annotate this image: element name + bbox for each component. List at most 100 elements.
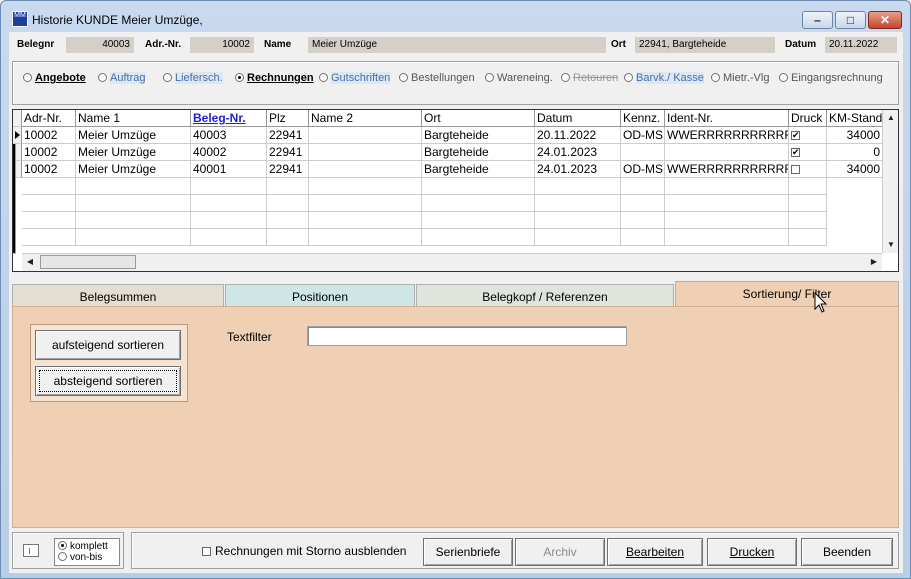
- cell-datum[interactable]: 24.01.2023: [535, 144, 621, 161]
- tab-sortierung-filter[interactable]: Sortierung/ Filter: [675, 281, 899, 308]
- cell-plz[interactable]: 22941: [267, 161, 309, 178]
- datum-label: Datum: [785, 39, 817, 50]
- ort-value: 22941, Bargteheide: [635, 37, 775, 53]
- col-header-kennz[interactable]: Kennz.: [621, 110, 665, 127]
- empty-cell: [422, 195, 535, 212]
- radio-von-bis[interactable]: von-bis: [58, 552, 102, 563]
- scroll-thumb[interactable]: [40, 255, 136, 269]
- cell-name2[interactable]: [309, 144, 422, 161]
- col-header-name1[interactable]: Name 1: [76, 110, 191, 127]
- cell-adrnr[interactable]: 10002: [22, 144, 76, 161]
- cell-ort[interactable]: Bargteheide: [422, 127, 535, 144]
- cell-name1[interactable]: Meier Umzüge: [76, 127, 191, 144]
- cell-name2[interactable]: [309, 161, 422, 178]
- radio-dot: [779, 73, 788, 82]
- cell-adrnr[interactable]: 10002: [22, 161, 76, 178]
- col-header-name2[interactable]: Name 2: [309, 110, 422, 127]
- empty-cell: [22, 229, 76, 246]
- radio-lieferschein[interactable]: Liefersch.: [163, 72, 223, 84]
- textfilter-input[interactable]: [307, 326, 627, 346]
- vertical-scrollbar[interactable]: ▲ ▼: [882, 110, 898, 253]
- radio-komplett[interactable]: komplett: [58, 541, 108, 552]
- cell-plz[interactable]: 22941: [267, 127, 309, 144]
- col-header-belegnr[interactable]: Beleg-Nr.: [191, 110, 267, 127]
- cell-kmstand[interactable]: 0: [827, 144, 884, 161]
- druck-checkbox[interactable]: [791, 129, 800, 141]
- cell-kmstand[interactable]: 34000: [827, 161, 884, 178]
- drucken-button[interactable]: Drucken: [707, 538, 797, 566]
- druck-checkbox[interactable]: [791, 165, 800, 174]
- cell-datum[interactable]: 24.01.2023: [535, 161, 621, 178]
- ort-label: Ort: [611, 39, 626, 50]
- cell-belegnr[interactable]: 40003: [191, 127, 267, 144]
- empty-cell: [22, 195, 76, 212]
- radio-retouren[interactable]: Retouren: [561, 72, 618, 84]
- cell-ort[interactable]: Bargteheide: [422, 144, 535, 161]
- cell-ort[interactable]: Bargteheide: [422, 161, 535, 178]
- col-header-adrnr[interactable]: Adr-Nr.: [22, 110, 76, 127]
- radio-dot: [98, 73, 107, 82]
- calendar-icon[interactable]: [23, 544, 39, 557]
- cell-name1[interactable]: Meier Umzüge: [76, 144, 191, 161]
- datum-value: 20.11.2022: [825, 37, 897, 53]
- cell-druck[interactable]: [789, 144, 827, 161]
- cell-druck[interactable]: [789, 127, 827, 144]
- scroll-left-icon[interactable]: ◀: [22, 254, 38, 270]
- col-header-kmstand[interactable]: KM-Stand: [827, 110, 884, 127]
- cell-plz[interactable]: 22941: [267, 144, 309, 161]
- empty-cell: [267, 195, 309, 212]
- minimize-button[interactable]: –: [802, 11, 833, 29]
- horizontal-scrollbar[interactable]: ◀ ▶: [22, 253, 882, 271]
- radio-mietvertrag[interactable]: Mietr.-Vlg: [711, 72, 769, 84]
- sort-descending-button[interactable]: absteigend sortieren: [35, 366, 181, 396]
- radio-gutschriften[interactable]: Gutschriften: [319, 72, 391, 84]
- tab-belegkopf[interactable]: Belegkopf / Referenzen: [416, 284, 674, 308]
- sort-ascending-button[interactable]: aufsteigend sortieren: [35, 330, 181, 360]
- radio-barverkauf[interactable]: Barvk./ Kasse: [624, 72, 704, 84]
- results-grid[interactable]: Adr-Nr. Name 1 Beleg-Nr. Plz Name 2 Ort …: [12, 109, 899, 272]
- serienbriefe-button[interactable]: Serienbriefe: [423, 538, 513, 566]
- close-button[interactable]: ✕: [868, 11, 902, 29]
- beenden-button[interactable]: Beenden: [801, 538, 893, 566]
- cell-identnr[interactable]: WWERRRRRRRRRRRR: [665, 161, 789, 178]
- cell-belegnr[interactable]: 40001: [191, 161, 267, 178]
- col-header-identnr[interactable]: Ident-Nr.: [665, 110, 789, 127]
- storno-checkbox[interactable]: Rechnungen mit Storno ausblenden: [202, 544, 406, 558]
- storno-checkbox-box[interactable]: [202, 547, 211, 556]
- tab-belegsummen[interactable]: Belegsummen: [12, 284, 224, 308]
- bearbeiten-button[interactable]: Bearbeiten: [607, 538, 703, 566]
- cell-identnr[interactable]: [665, 144, 789, 161]
- cell-kennz[interactable]: OD-MS: [621, 161, 665, 178]
- cell-druck[interactable]: [789, 161, 827, 178]
- cell-belegnr[interactable]: 40002: [191, 144, 267, 161]
- cell-kennz[interactable]: [621, 144, 665, 161]
- col-header-plz[interactable]: Plz: [267, 110, 309, 127]
- col-header-ort[interactable]: Ort: [422, 110, 535, 127]
- radio-auftrag[interactable]: Auftrag: [98, 72, 146, 84]
- scroll-up-icon[interactable]: ▲: [883, 110, 898, 126]
- empty-cell: [191, 178, 267, 195]
- empty-cell: [76, 195, 191, 212]
- cell-kennz[interactable]: OD-MS: [621, 127, 665, 144]
- cell-identnr[interactable]: WWERRRRRRRRRRRR: [665, 127, 789, 144]
- radio-wareneingang[interactable]: Wareneing.: [485, 72, 553, 84]
- druck-checkbox[interactable]: [791, 146, 800, 158]
- cell-datum[interactable]: 20.11.2022: [535, 127, 621, 144]
- scroll-right-icon[interactable]: ▶: [866, 254, 882, 270]
- radio-rechnungen[interactable]: Rechnungen: [235, 72, 314, 84]
- cell-name1[interactable]: Meier Umzüge: [76, 161, 191, 178]
- cell-name2[interactable]: [309, 127, 422, 144]
- title-bar[interactable]: MM Historie KUNDE Meier Umzüge, – □ ✕: [1, 1, 910, 31]
- col-header-datum[interactable]: Datum: [535, 110, 621, 127]
- radio-bestellungen[interactable]: Bestellungen: [399, 72, 475, 84]
- empty-cell: [789, 195, 827, 212]
- maximize-button[interactable]: □: [835, 11, 866, 29]
- archiv-button[interactable]: Archiv: [515, 538, 605, 566]
- radio-angebote[interactable]: Angebote: [23, 72, 86, 84]
- cell-kmstand[interactable]: 34000: [827, 127, 884, 144]
- tab-positionen[interactable]: Positionen: [225, 284, 415, 308]
- col-header-druck[interactable]: Druck: [789, 110, 827, 127]
- radio-eingangsrechnung[interactable]: Eingangsrechnung: [779, 72, 883, 84]
- cell-adrnr[interactable]: 10002: [22, 127, 76, 144]
- scroll-down-icon[interactable]: ▼: [883, 237, 898, 253]
